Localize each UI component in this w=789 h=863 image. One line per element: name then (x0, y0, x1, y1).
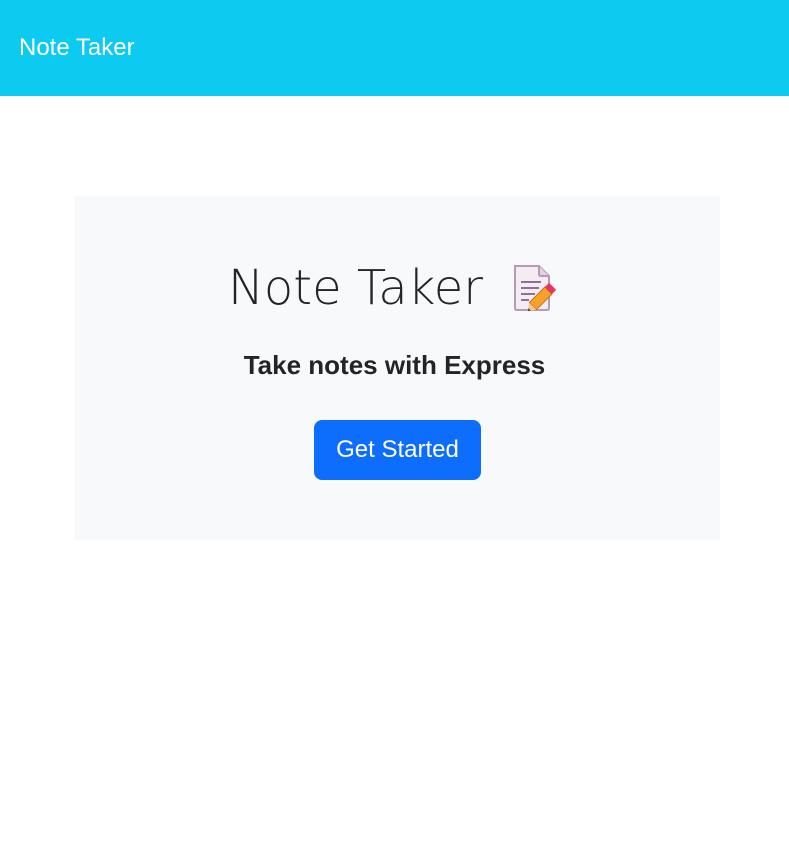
navbar-brand-link[interactable]: Note Taker (19, 36, 135, 60)
hero-subtitle: Take notes with Express (243, 350, 546, 380)
hero-title: Note Taker (0, 258, 789, 318)
memo-icon (514, 265, 557, 312)
get-started-button[interactable]: Get Started (314, 420, 481, 480)
navbar: Note Taker (0, 0, 789, 96)
hero-title-text: Note Taker (227, 260, 484, 316)
